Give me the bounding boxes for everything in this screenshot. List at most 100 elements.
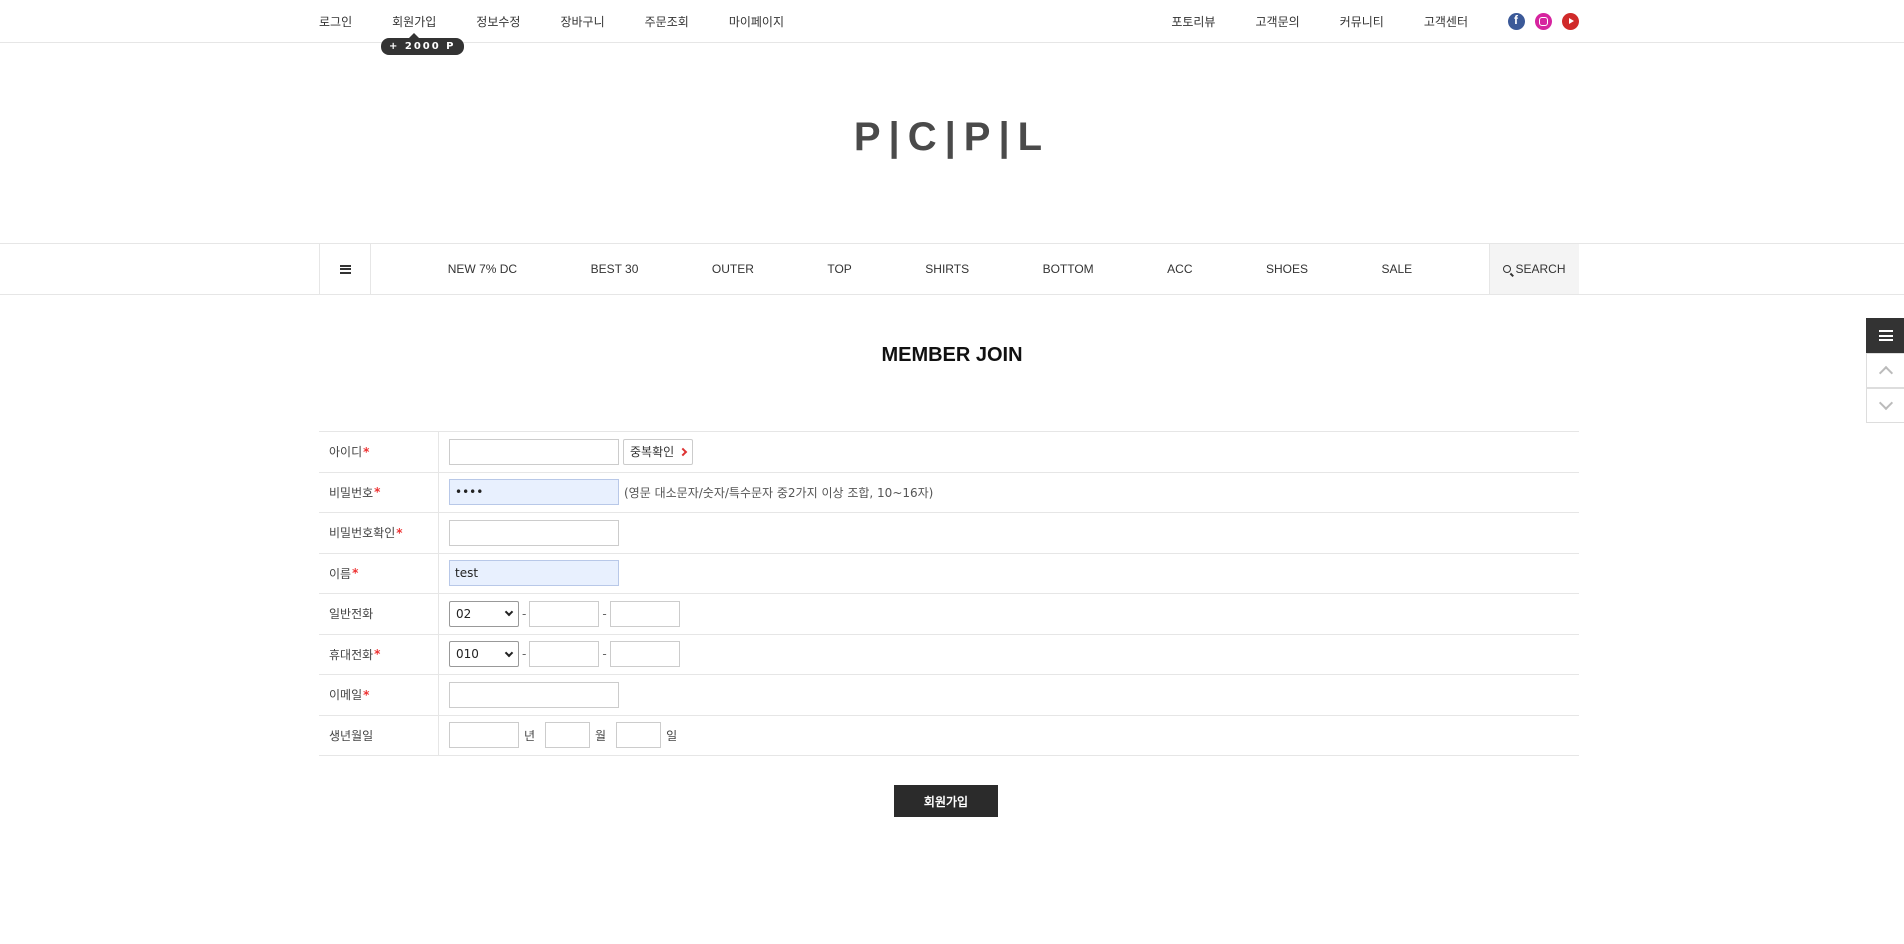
password-confirm-input[interactable] <box>449 519 619 546</box>
name-label-cell: 이름 * <box>319 553 439 593</box>
customer-inquiry-link[interactable]: 고객문의 <box>1255 13 1299 30</box>
nav-item-sale[interactable]: SALE <box>1382 262 1413 276</box>
birthday-label-cell: 생년월일 <box>319 715 439 755</box>
name-field-cell: test <box>439 554 1579 594</box>
name-input[interactable]: test <box>449 560 619 587</box>
chevron-right-icon <box>678 447 688 456</box>
youtube-icon[interactable] <box>1562 13 1579 30</box>
phone-separator: - <box>522 606 527 621</box>
form-row-name: 이름 * test <box>319 553 1579 594</box>
required-mark: * <box>396 525 403 540</box>
nav-item-best[interactable]: BEST 30 <box>591 262 639 276</box>
year-unit: 년 <box>524 728 536 743</box>
required-mark: * <box>352 566 359 581</box>
birth-day-input[interactable] <box>616 722 662 749</box>
join-submit-button[interactable]: 회원가입 <box>894 785 998 817</box>
email-label-cell: 이메일 * <box>319 675 439 715</box>
nav-item-shoes[interactable]: SHOES <box>1266 262 1308 276</box>
nav-item-bottom[interactable]: BOTTOM <box>1043 262 1094 276</box>
search-button[interactable]: SEARCH <box>1489 244 1579 294</box>
order-lookup-link[interactable]: 주문조회 <box>645 13 689 30</box>
password-confirm-label-cell: 비밀번호확인 * <box>319 513 439 553</box>
password-confirm-label: 비밀번호확인 <box>329 526 396 541</box>
phone-middle-input[interactable] <box>529 600 600 627</box>
form-row-mobile: 휴대전화 * 010 - - <box>319 634 1579 675</box>
social-links <box>1498 13 1579 30</box>
login-link[interactable]: 로그인 <box>319 13 352 30</box>
search-icon <box>1503 265 1512 273</box>
form-row-phone: 일반전화 02 - - <box>319 594 1579 635</box>
nav-item-shirts[interactable]: SHIRTS <box>925 262 969 276</box>
mobile-label: 휴대전화 <box>329 647 374 662</box>
password-confirm-field-cell <box>439 513 1579 553</box>
phone-prefix-value: 02 <box>456 606 472 621</box>
birthday-label: 생년월일 <box>329 728 374 743</box>
password-hint: (영문 대소문자/숫자/특수문자 중2가지 이상 조합, 10~16자) <box>624 485 934 500</box>
logo-text[interactable]: P|C|P|L <box>854 115 1050 159</box>
mypage-link[interactable]: 마이페이지 <box>729 13 784 30</box>
password-label-cell: 비밀번호 * <box>319 472 439 512</box>
duplicate-check-button[interactable]: 중복확인 <box>623 438 694 465</box>
email-input[interactable] <box>449 681 619 708</box>
nav-item-acc[interactable]: ACC <box>1167 262 1192 276</box>
site-logo[interactable]: P|C|P|L <box>0 115 1904 160</box>
facebook-icon[interactable] <box>1508 13 1525 30</box>
phone-last-input[interactable] <box>609 600 680 627</box>
top-left-links: 로그인 회원가입 정보수정 장바구니 주문조회 마이페이지 <box>319 0 824 43</box>
mobile-last-input[interactable] <box>609 641 680 668</box>
required-mark: * <box>374 647 381 662</box>
side-quick-menu <box>1866 318 1904 423</box>
mobile-separator: - <box>522 647 527 662</box>
required-mark: * <box>374 485 381 500</box>
phone-prefix-select[interactable]: 02 <box>449 600 519 627</box>
email-field-cell <box>439 675 1579 715</box>
main-nav-inner: NEW 7% DC BEST 30 OUTER TOP SHIRTS BOTTO… <box>319 244 1579 294</box>
email-label: 이메일 <box>329 688 363 703</box>
name-label: 이름 <box>329 566 352 581</box>
community-link[interactable]: 커뮤니티 <box>1340 13 1384 30</box>
form-row-birthday: 생년월일 년 월 일 <box>319 715 1579 756</box>
birth-month-input[interactable] <box>545 722 591 749</box>
form-row-email: 이메일 * <box>319 675 1579 716</box>
phone-field-cell: 02 - - <box>439 594 1579 634</box>
phone-separator: - <box>602 606 607 621</box>
hamburger-icon <box>339 264 351 274</box>
nav-item-top[interactable]: TOP <box>827 262 851 276</box>
id-input[interactable] <box>449 438 619 465</box>
nav-item-new[interactable]: NEW 7% DC <box>448 262 517 276</box>
mobile-middle-input[interactable] <box>529 641 600 668</box>
password-input[interactable]: •••• <box>449 479 619 506</box>
menu-icon <box>1878 330 1893 341</box>
id-label-cell: 아이디 * <box>319 432 439 472</box>
password-field-cell: •••• (영문 대소문자/숫자/특수문자 중2가지 이상 조합, 10~16자… <box>439 473 1579 513</box>
member-join-form: 아이디 * 중복확인 비밀번호 * •••• (영문 대소문자/숫자/특수문자 중2… <box>319 431 1579 756</box>
scroll-bottom-button[interactable] <box>1866 388 1904 423</box>
required-mark: * <box>363 444 370 459</box>
top-right-links: 포토리뷰 고객문의 커뮤니티 고객센터 <box>1131 0 1579 43</box>
chevron-down-icon <box>504 608 514 617</box>
nav-item-outer[interactable]: OUTER <box>712 262 754 276</box>
chevron-down-icon <box>504 648 514 657</box>
edit-info-link[interactable]: 정보수정 <box>476 13 520 30</box>
mobile-field-cell: 010 - - <box>439 635 1579 675</box>
mobile-label-cell: 휴대전화 * <box>319 634 439 674</box>
photo-review-link[interactable]: 포토리뷰 <box>1171 13 1215 30</box>
duplicate-check-label: 중복확인 <box>630 445 675 460</box>
category-menu-button[interactable] <box>319 244 371 294</box>
customer-center-link[interactable]: 고객센터 <box>1424 13 1468 30</box>
form-row-password-confirm: 비밀번호확인 * <box>319 513 1579 554</box>
mobile-prefix-value: 010 <box>456 647 479 662</box>
birth-year-input[interactable] <box>449 722 519 749</box>
birthday-field-cell: 년 월 일 <box>439 716 1579 756</box>
phone-label: 일반전화 <box>329 607 374 622</box>
form-row-id: 아이디 * 중복확인 <box>319 432 1579 473</box>
mobile-prefix-select[interactable]: 010 <box>449 641 519 668</box>
join-link[interactable]: 회원가입 <box>392 13 436 30</box>
instagram-icon[interactable] <box>1535 13 1552 30</box>
cart-link[interactable]: 장바구니 <box>560 13 604 30</box>
join-point-badge: + 2000 P <box>381 33 464 55</box>
phone-label-cell: 일반전화 <box>319 594 439 634</box>
chevron-up-icon <box>1878 365 1893 381</box>
top-utility-inner: 로그인 회원가입 정보수정 장바구니 주문조회 마이페이지 포토리뷰 고객문의 … <box>319 0 1579 43</box>
page-title: MEMBER JOIN <box>881 344 1023 366</box>
